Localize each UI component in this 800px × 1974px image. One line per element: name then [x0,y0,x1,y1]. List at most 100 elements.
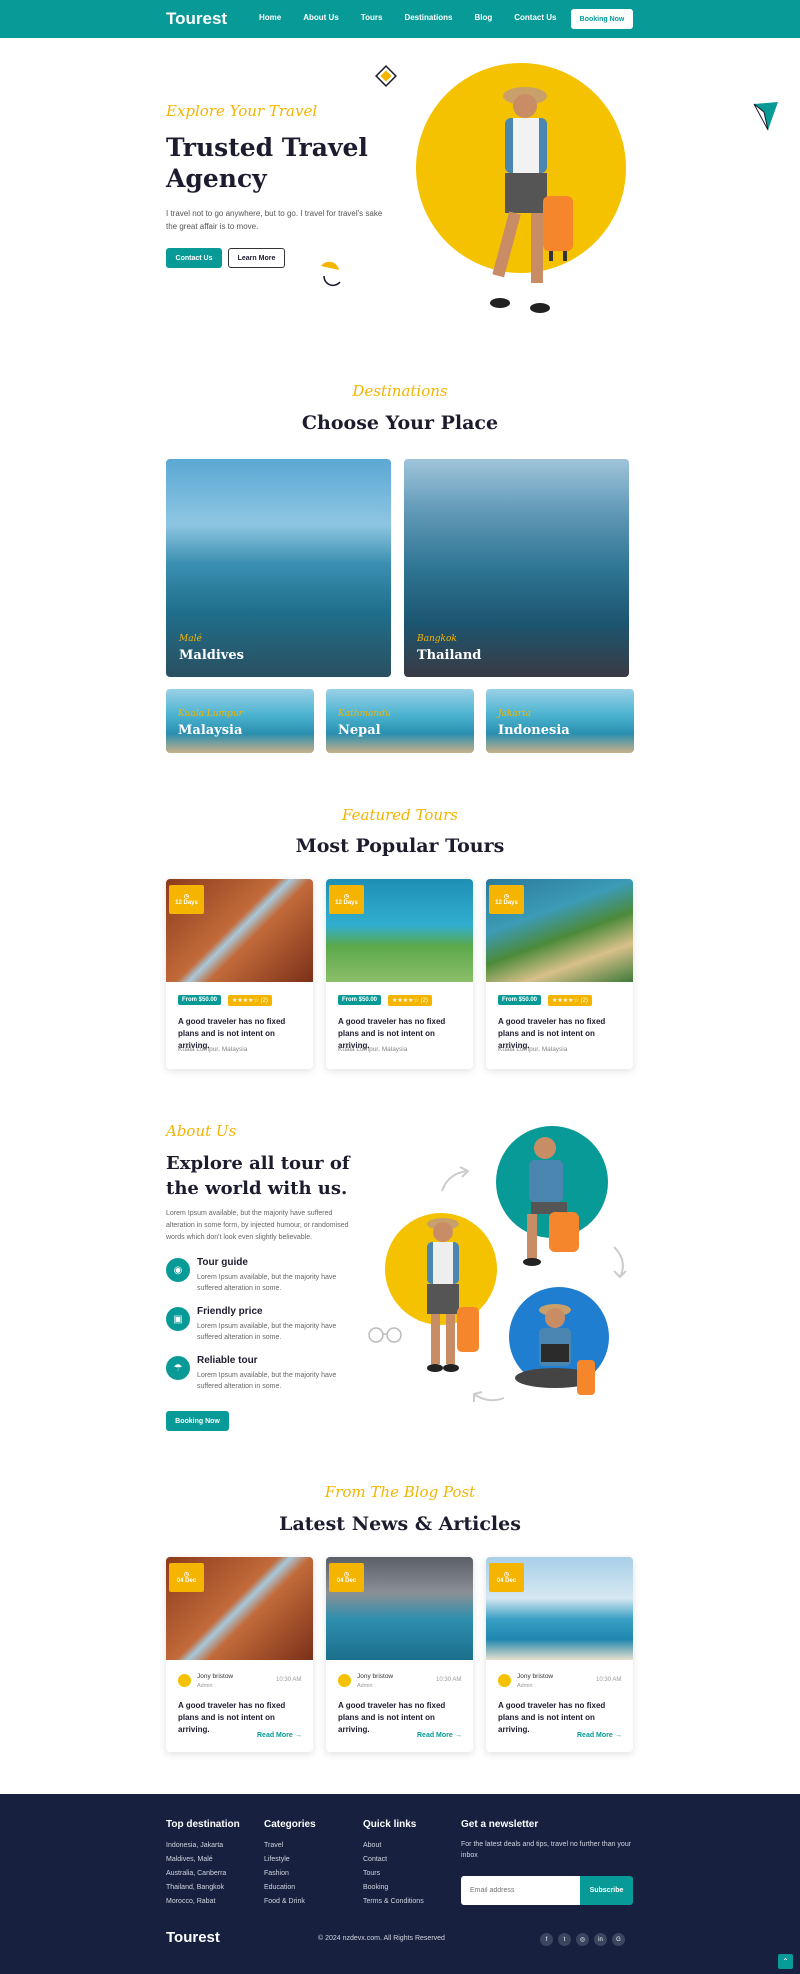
twitter-icon[interactable]: t [558,1933,571,1946]
nav-about[interactable]: About Us [303,13,339,22]
arrow-decoration-icon [441,1166,470,1192]
destination-card-thailand[interactable]: Bangkok Thailand [404,459,629,677]
blog-date: 04 Dec [336,1578,357,1584]
about-tagline: About Us [166,1122,237,1140]
hero-description: I travel not to go anywhere, but to go. … [166,209,383,231]
destination-sub: Malé [179,634,202,644]
tour-card[interactable]: ◷ 12 Days From $50.00 ★★★★☆ (2) A good tr… [326,879,473,1069]
clock-icon: ◷ [343,894,350,900]
subscribe-button[interactable]: Subscribe [580,1876,633,1905]
footer-link[interactable]: About [363,1842,381,1849]
avatar [498,1674,511,1687]
footer-link[interactable]: Contact [363,1856,387,1863]
blog-post-title[interactable]: A good traveler has no fixed plans and i… [498,1700,623,1736]
blog-post-title[interactable]: A good traveler has no fixed plans and i… [178,1700,303,1736]
about-traveler-sitting-image [523,1137,579,1266]
tour-days: 12 Days [495,900,518,906]
linkedin-icon[interactable]: in [594,1933,607,1946]
hero-traveler-image [490,87,573,313]
read-more-link[interactable]: Read More → [257,1732,302,1739]
tour-days: 12 Days [335,900,358,906]
arrow-right-icon: → [454,1732,462,1739]
destination-card-maldives[interactable]: Malé Maldives [166,459,391,677]
nav-blog[interactable]: Blog [474,13,492,22]
calendar-icon: ◷ [503,1572,510,1578]
tour-price: From $50.00 [338,995,382,1005]
clock-icon: ◷ [503,894,510,900]
footer-heading: Quick links [363,1819,417,1830]
footer-link[interactable]: Booking [363,1884,388,1891]
arrow-decoration-icon [613,1246,627,1279]
site-logo[interactable]: Tourest [166,9,227,29]
paper-plane-icon [753,102,778,131]
back-to-top-icon[interactable]: ⌃ [778,1954,793,1969]
contact-us-button[interactable]: Contact Us [166,248,222,268]
blog-card[interactable]: ◷ 04 Dec Jony bristow Admin 10:30 AM A go… [326,1557,473,1752]
arrow-decoration-icon [473,1391,505,1402]
blog-card[interactable]: ◷ 04 Dec Jony bristow Admin 10:30 AM A go… [486,1557,633,1752]
nav-home[interactable]: Home [259,13,281,22]
destinations-tagline: Destinations [352,382,448,400]
blog-author: Jony bristow [197,1673,234,1680]
footer-link[interactable]: Travel [264,1842,283,1849]
tour-location: Kuala Lumpur, Malaysia [498,1046,568,1053]
nav-contact[interactable]: Contact Us [514,13,556,22]
destination-name: Thailand [417,648,482,663]
main-nav: Home About Us Tours Destinations Blog Co… [259,13,578,22]
about-booking-button[interactable]: Booking Now [166,1411,229,1431]
footer-link[interactable]: Indonesia, Jakarta [166,1842,223,1849]
blog-card[interactable]: ◷ 04 Dec Jony bristow Admin 10:30 AM A go… [166,1557,313,1752]
instagram-icon[interactable]: ◎ [576,1933,589,1946]
read-more-label: Read More [417,1732,453,1739]
footer-link[interactable]: Morocco, Rabat [166,1898,215,1905]
blog-post-title[interactable]: A good traveler has no fixed plans and i… [338,1700,463,1736]
clock-icon: ◷ [183,894,190,900]
destination-card-malaysia[interactable]: Kuala Lumpur Malaysia [166,689,314,753]
footer-link[interactable]: Lifestyle [264,1856,290,1863]
footer-link[interactable]: Education [264,1884,295,1891]
blog-date: 04 Dec [496,1578,517,1584]
read-more-link[interactable]: Read More → [417,1732,462,1739]
copyright-text: © 2024 nzdevx.com. All Rights Reserved [318,1935,445,1942]
newsletter-description: For the latest deals and tips, travel no… [461,1841,632,1859]
destination-card-indonesia[interactable]: Jakarta Indonesia [486,689,634,753]
calendar-icon: ◷ [343,1572,350,1578]
tour-location: Kuala Lumpur, Malaysia [178,1046,248,1053]
footer-link[interactable]: Terms & Conditions [363,1898,424,1905]
footer-link[interactable]: Australia, Canberra [166,1870,226,1877]
umbrella-icon: ☂ [166,1356,190,1380]
facebook-icon[interactable]: f [540,1933,553,1946]
blog-time: 10:30 AM [276,1677,302,1683]
blog-author: Jony bristow [357,1673,394,1680]
learn-more-button[interactable]: Learn More [228,248,285,268]
destination-card-nepal[interactable]: Kathmandu Nepal [326,689,474,753]
tour-rating: ★★★★☆ (2) [228,995,272,1006]
footer-link[interactable]: Fashion [264,1870,289,1877]
blog-date-badge: ◷ 04 Dec [169,1563,204,1592]
feature-title: Tour guide [197,1257,248,1268]
blog-time: 10:30 AM [436,1677,462,1683]
read-more-link[interactable]: Read More → [577,1732,622,1739]
nav-destinations[interactable]: Destinations [404,13,452,22]
avatar [178,1674,191,1687]
google-icon[interactable]: G [612,1933,625,1946]
site-footer: Top destination Indonesia, Jakarta Maldi… [0,1794,800,1974]
destination-name: Maldives [179,648,244,663]
header-booking-button[interactable]: Booking Now [571,9,633,29]
footer-logo[interactable]: Tourest [166,1929,220,1946]
footer-link[interactable]: Maldives, Malé [166,1856,213,1863]
tours-tagline: Featured Tours [342,806,458,824]
nav-tours[interactable]: Tours [361,13,383,22]
tour-duration-badge: ◷ 12 Days [489,885,524,914]
destination-name: Nepal [338,723,381,738]
footer-link[interactable]: Thailand, Bangkok [166,1884,224,1891]
arrow-right-icon: → [294,1732,302,1739]
diamond-decoration-icon [375,65,397,87]
tour-card[interactable]: ◷ 12 Days From $50.00 ★★★★☆ (2) A good tr… [166,879,313,1069]
tour-card[interactable]: ◷ 12 Days From $50.00 ★★★★☆ (2) A good tr… [486,879,633,1069]
footer-link[interactable]: Tours [363,1870,380,1877]
hero-title: Trusted Travel Agency [166,133,368,193]
footer-link[interactable]: Food & Drink [264,1898,305,1905]
newsletter-email-input[interactable] [461,1876,581,1905]
sunglasses-icon [368,1327,402,1343]
